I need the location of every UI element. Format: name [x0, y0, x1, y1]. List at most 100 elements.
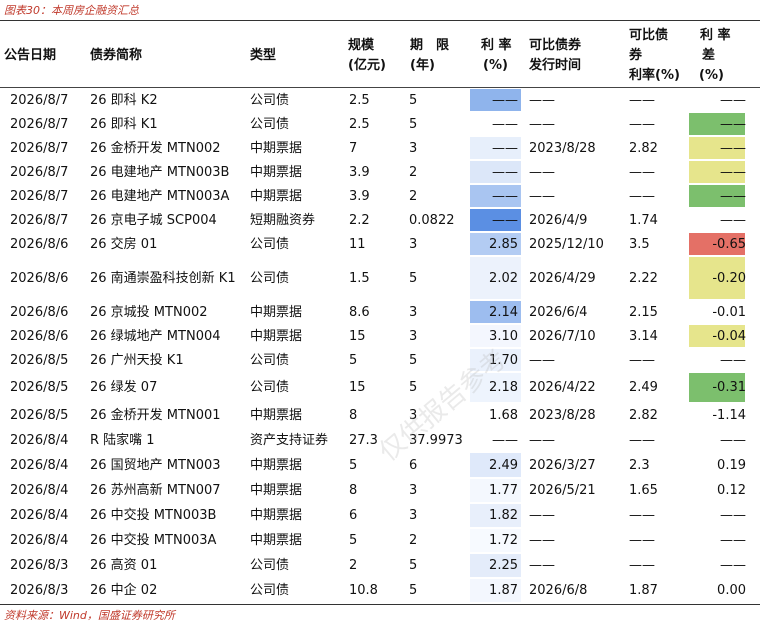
cell-rate: 2.49 — [489, 457, 518, 473]
cell-bond-name: 26 电建地产 MTN003B — [90, 164, 230, 180]
cell-rate: 2.18 — [489, 380, 518, 395]
cell-spread: —— — [720, 116, 746, 132]
cell-term: 3 — [409, 328, 418, 344]
cell-cmp-rate: —— — [629, 92, 655, 108]
cell-spread: —— — [720, 432, 746, 448]
cell-date: 2026/8/7 — [10, 140, 69, 156]
header-scale: 规模 — [348, 38, 375, 53]
cell-type: 公司债 — [250, 92, 290, 108]
table-row: 2026/8/7 26 电建地产 MTN003B 中期票据 3.9 2 —— —— —— —— — [0, 160, 760, 184]
cell-rate: —— — [492, 432, 518, 448]
cell-bond-name: 26 绿城地产 MTN004 — [90, 328, 221, 344]
cell-bond-name: 26 中交投 MTN003A — [90, 533, 217, 548]
header-cmp-rate-2: 券 — [629, 48, 643, 63]
cell-term: 3 — [409, 236, 418, 252]
cell-scale: 8.6 — [349, 304, 370, 320]
cell-spread: —— — [720, 140, 746, 156]
cell-rate: —— — [492, 140, 518, 156]
cell-bond-name: 26 中企 02 — [90, 583, 158, 598]
cell-term: 5 — [409, 558, 418, 573]
cell-scale: 2.5 — [349, 92, 370, 108]
table-row: 2026/8/7 26 金桥开发 MTN002 中期票据 7 3 —— 2023/8/28 2… — [0, 136, 760, 160]
cell-scale: 2.2 — [349, 212, 370, 228]
cell-scale: 15 — [349, 328, 366, 344]
header-cmp-time: 可比债券 — [529, 38, 582, 53]
cell-rate: 2.25 — [489, 558, 518, 573]
cell-type: 中期票据 — [250, 164, 303, 180]
cell-bond-name: 26 南通崇盈科技创新 K1 — [90, 270, 236, 286]
cell-scale: 2 — [349, 558, 358, 573]
table-row: 2026/8/7 26 即科 K1 公司债 2.5 5 —— —— —— —— — [0, 112, 760, 136]
table-row: 2026/8/4 26 国贸地产 MTN003 中期票据 5 6 2.49 2026/3/2… — [0, 452, 760, 478]
cell-scale: 5 — [349, 533, 358, 548]
figure-caption: 图表30：本周房企融资汇总 — [4, 4, 139, 17]
cell-cmp-rate: 1.87 — [629, 583, 658, 598]
cell-rate: —— — [492, 212, 518, 228]
cell-term: 2 — [409, 164, 418, 180]
cell-spread: —— — [720, 188, 746, 204]
table-row: 2026/8/3 26 中企 02 公司债 10.8 5 1.87 2026/6/8 1.87… — [0, 578, 760, 603]
cell-spread: -0.65 — [712, 236, 746, 252]
cell-spread: -1.14 — [712, 408, 746, 423]
header-spread-unit: (%) — [699, 68, 724, 83]
cell-bond-name: 26 金桥开发 MTN001 — [90, 408, 221, 423]
table-row: 2026/8/4 26 苏州高新 MTN007 中期票据 8 3 1.77 2026/5/2… — [0, 478, 760, 503]
cell-rate: 1.77 — [489, 483, 518, 498]
cell-scale: 15 — [349, 380, 366, 395]
cell-rate: —— — [492, 92, 518, 108]
cell-date: 2026/8/7 — [10, 212, 69, 228]
cell-scale: 6 — [349, 508, 358, 523]
cell-cmp-rate: 2.3 — [629, 457, 650, 473]
cell-scale: 5 — [349, 457, 358, 473]
cell-cmp-rate: 2.82 — [629, 140, 658, 156]
cell-spread: —— — [720, 558, 746, 573]
cell-rate: —— — [492, 188, 518, 204]
table-row: 2026/8/6 26 京城投 MTN002 中期票据 8.6 3 2.14 2026/6/… — [0, 300, 760, 324]
cell-cmp-rate: 3.5 — [629, 236, 650, 252]
table-row: 2026/8/5 26 金桥开发 MTN001 中期票据 8 3 1.68 2023/8/2… — [0, 403, 760, 428]
cell-term: 5 — [409, 270, 418, 286]
cell-scale: 7 — [349, 140, 358, 156]
cell-cmp-time: 2023/8/28 — [529, 140, 596, 156]
cell-bond-name: 26 中交投 MTN003B — [90, 508, 217, 523]
cell-spread: 0.12 — [717, 483, 746, 498]
cell-date: 2026/8/6 — [10, 270, 69, 286]
cell-date: 2026/8/7 — [10, 92, 69, 108]
cell-date: 2026/8/4 — [10, 432, 69, 448]
cell-rate: 1.72 — [489, 533, 518, 548]
cell-scale: 11 — [349, 236, 366, 252]
cell-date: 2026/8/4 — [10, 533, 69, 548]
cell-cmp-time: 2026/6/4 — [529, 304, 588, 320]
cell-cmp-rate: 1.74 — [629, 212, 658, 228]
cell-type: 中期票据 — [250, 140, 303, 156]
cell-term: 2 — [409, 188, 418, 204]
cell-cmp-time: —— — [529, 432, 555, 448]
cell-type: 公司债 — [250, 270, 290, 286]
cell-bond-name: 26 即科 K1 — [90, 116, 158, 132]
table-row: 2026/8/5 26 绿发 07 公司债 15 5 2.18 2026/4/22 2.49 -… — [0, 372, 760, 403]
header-cmp-time-2: 发行时间 — [529, 58, 582, 73]
cell-rate: 2.85 — [489, 236, 518, 252]
cell-spread: —— — [720, 212, 746, 228]
header-term-unit: (年) — [410, 58, 435, 73]
cell-cmp-time: —— — [529, 164, 555, 180]
cell-spread: 0.00 — [717, 583, 746, 598]
cell-type: 公司债 — [250, 380, 290, 395]
table-row: 2026/8/4 26 中交投 MTN003B 中期票据 6 3 1.82 —— —— —— — [0, 503, 760, 528]
header-rate-unit: (%) — [483, 58, 508, 73]
cell-type: 资产支持证券 — [250, 432, 329, 448]
cell-cmp-time: 2026/4/9 — [529, 212, 588, 228]
cell-bond-name: 26 京电子城 SCP004 — [90, 212, 217, 228]
header-scale-unit: (亿元) — [348, 58, 386, 73]
cell-bond-name: 26 广州天投 K1 — [90, 352, 184, 368]
cell-bond-name: 26 金桥开发 MTN002 — [90, 140, 221, 156]
cell-type: 中期票据 — [250, 508, 303, 523]
cell-cmp-time: —— — [529, 188, 555, 204]
cell-cmp-rate: 2.49 — [629, 380, 658, 395]
cell-bond-name: 26 高资 01 — [90, 558, 158, 573]
cell-cmp-time: 2026/6/8 — [529, 583, 588, 598]
cell-cmp-time: —— — [529, 533, 555, 548]
cell-bond-name: 26 京城投 MTN002 — [90, 304, 208, 320]
cell-date: 2026/8/7 — [10, 116, 69, 132]
cell-cmp-time: 2026/3/27 — [529, 457, 596, 473]
